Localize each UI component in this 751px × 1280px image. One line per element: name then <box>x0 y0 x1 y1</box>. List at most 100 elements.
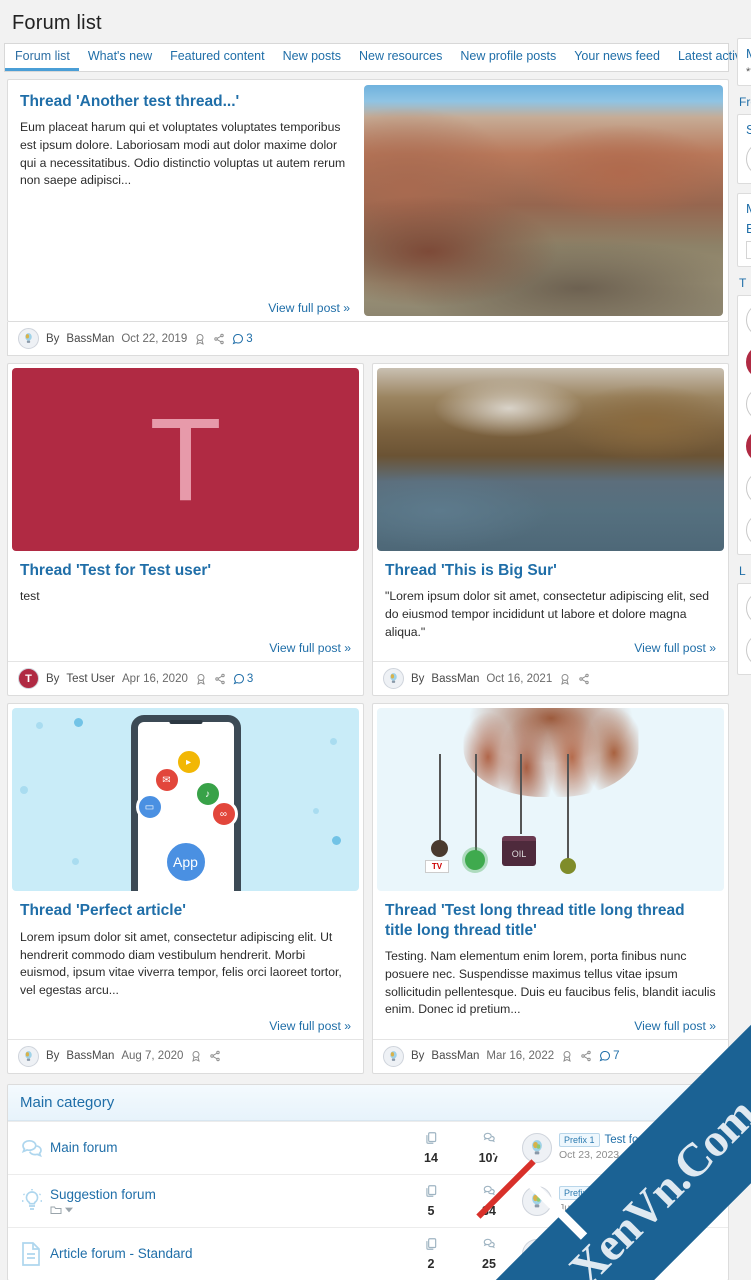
featured-card-title[interactable]: Thread 'Perfect article' <box>20 901 351 920</box>
featured-article-media[interactable] <box>364 80 728 321</box>
sidebar-avatar[interactable] <box>746 303 751 337</box>
view-full-post-link[interactable]: View full post » <box>385 641 716 661</box>
share-icon[interactable] <box>214 673 226 685</box>
app-button: App <box>162 839 209 886</box>
forum-name[interactable]: Main forum <box>50 1140 402 1155</box>
sidebar-avatar[interactable] <box>746 387 751 421</box>
last-post-author[interactable]: BassMan <box>628 1149 672 1161</box>
sidebar-avatar[interactable] <box>746 142 751 176</box>
forum-row[interactable]: Main forum 14 107 Prefix 1 Test for Test… <box>8 1120 728 1174</box>
lightbulb-avatar-icon <box>25 333 32 343</box>
forum-row[interactable]: Article forum - Standard 2 25 Prefix gre… <box>8 1226 728 1280</box>
comment-count-wrap[interactable]: 7 <box>599 1050 620 1062</box>
tab-featured-content[interactable]: Featured content <box>161 44 274 71</box>
forum-name[interactable]: Suggestion forum <box>50 1187 402 1202</box>
avatar[interactable] <box>522 1132 552 1163</box>
tab-new-posts[interactable]: New posts <box>274 44 350 71</box>
featured-card-title[interactable]: Thread 'Test for Test user' <box>20 561 351 580</box>
sidebar-avatar[interactable] <box>746 513 751 547</box>
thread-prefix-badge[interactable]: Prefix 1 <box>559 1132 600 1147</box>
tab-new-resources[interactable]: New resources <box>350 44 451 71</box>
featured-card-thumb[interactable]: ▸ ✉ ♪ ▭ ∞ App <box>8 704 363 892</box>
comment-count: 3 <box>246 672 254 685</box>
author-name[interactable]: BassMan <box>66 1050 114 1062</box>
featured-card-title[interactable]: Thread 'This is Big Sur' <box>385 561 716 580</box>
view-full-post-link[interactable]: View full post » <box>385 1019 716 1039</box>
last-post-title[interactable]: Test for Test user <box>605 1134 692 1146</box>
sidebar-avatar[interactable] <box>746 345 751 379</box>
sidebar-avatar[interactable] <box>746 429 751 463</box>
tab-your-news-feed[interactable]: Your news feed <box>565 44 669 71</box>
featured-card-thumb[interactable]: TV OIL <box>373 704 728 892</box>
message-count: 34 <box>482 1203 496 1218</box>
comment-count-wrap[interactable]: 3 <box>232 332 253 345</box>
avatar[interactable] <box>18 328 39 349</box>
featured-card-thumb[interactable] <box>373 364 728 551</box>
share-icon[interactable] <box>578 673 590 685</box>
share-icon[interactable] <box>213 333 225 345</box>
last-post-date: Jun 6, 2021 <box>559 1201 614 1214</box>
featured-card-title[interactable]: Thread 'Test long thread title long thre… <box>385 901 716 940</box>
last-post-info: Prefix 1 Test for Test user Oct 23, 2023… <box>518 1132 718 1163</box>
view-full-post-link[interactable]: View full post » <box>20 641 351 661</box>
category-title[interactable]: Main category <box>8 1084 728 1121</box>
view-full-post-link[interactable]: View full post » <box>20 1019 351 1039</box>
featured-article-text: Thread 'Another test thread...' Eum plac… <box>8 80 364 321</box>
forum-row[interactable]: Suggestion forum 5 34 Prefix 1 My first … <box>8 1173 728 1227</box>
avatar[interactable] <box>522 1185 552 1216</box>
avatar[interactable] <box>18 1045 39 1067</box>
avatar[interactable] <box>383 668 404 690</box>
sidebar-input[interactable]: Te <box>746 241 751 259</box>
author-prefix: By <box>46 332 60 345</box>
thread-count-stat: 14 <box>402 1131 460 1165</box>
lightbulb-avatar-icon <box>532 1140 542 1155</box>
comment-icon <box>232 333 244 344</box>
author-name[interactable]: Test User <box>66 673 115 685</box>
featured-card-test-for-test-user[interactable]: T Thread 'Test for Test user' test View … <box>7 363 364 697</box>
share-icon[interactable] <box>580 1050 592 1062</box>
avatar[interactable]: T <box>18 668 39 690</box>
featured-card-perfect-article[interactable]: ▸ ✉ ♪ ▭ ∞ App Thread 'Perfect article' L… <box>7 703 364 1074</box>
tab-new-profile-posts[interactable]: New profile posts <box>451 44 565 71</box>
author-prefix: By <box>46 1050 60 1063</box>
author-name[interactable]: BassMan <box>66 333 114 345</box>
last-post-title[interactable]: My first <box>605 1187 642 1199</box>
avatar[interactable] <box>522 1238 552 1269</box>
featured-card-thumb[interactable]: T <box>8 364 363 551</box>
post-date: Aug 7, 2020 <box>121 1050 184 1063</box>
avatar[interactable] <box>383 1045 404 1067</box>
sidebar-avatar[interactable] <box>746 471 751 505</box>
bomb-puppet <box>431 840 448 858</box>
featured-article-title[interactable]: Thread 'Another test thread...' <box>20 92 350 111</box>
comment-count-wrap[interactable]: 3 <box>233 673 253 685</box>
messages-icon <box>483 1132 495 1143</box>
author-prefix: By <box>411 672 425 685</box>
share-icon[interactable] <box>209 1050 221 1062</box>
featured-article-card[interactable]: Thread 'Another test thread...' Eum plac… <box>7 79 729 322</box>
sidebar-avatar[interactable] <box>746 591 751 625</box>
featured-card-long-title[interactable]: TV OIL Thread 'Test long thread title lo… <box>372 703 729 1074</box>
last-post-author[interactable]: BassMan <box>568 1255 612 1267</box>
last-post-date: Oct 23, 2023 <box>559 1148 620 1161</box>
author-name[interactable]: BassMan <box>431 673 479 685</box>
view-full-post-link[interactable]: View full post » <box>20 301 350 321</box>
last-post-text: Prefix great article A BassMan <box>559 1238 657 1267</box>
featured-article-snippet: Eum placeat harum qui et voluptates volu… <box>20 120 346 188</box>
forum-name[interactable]: Article forum - Standard <box>50 1246 402 1261</box>
featured-card-big-sur[interactable]: Thread 'This is Big Sur' "Lorem ipsum do… <box>372 363 729 697</box>
sidebar-avatar[interactable] <box>746 633 751 667</box>
last-post-title[interactable]: great article <box>597 1240 657 1252</box>
lightbulb-avatar-icon <box>390 1051 397 1061</box>
thread-prefix-badge[interactable]: Prefix <box>559 1238 593 1253</box>
tab-forum-list[interactable]: Forum list <box>5 44 79 71</box>
link-app-icon: ∞ <box>209 800 238 829</box>
folder-icon <box>50 1206 62 1214</box>
comment-count: 3 <box>246 332 253 345</box>
tab-whats-new[interactable]: What's new <box>79 44 161 71</box>
forum-info: Suggestion forum <box>50 1187 402 1215</box>
sidebar-block-title: M <box>746 201 751 216</box>
message-count: 107 <box>478 1150 500 1165</box>
thread-prefix-badge[interactable]: Prefix 1 <box>559 1185 600 1200</box>
subforums-dropdown[interactable] <box>50 1205 402 1215</box>
author-name[interactable]: BassMan <box>431 1050 479 1062</box>
